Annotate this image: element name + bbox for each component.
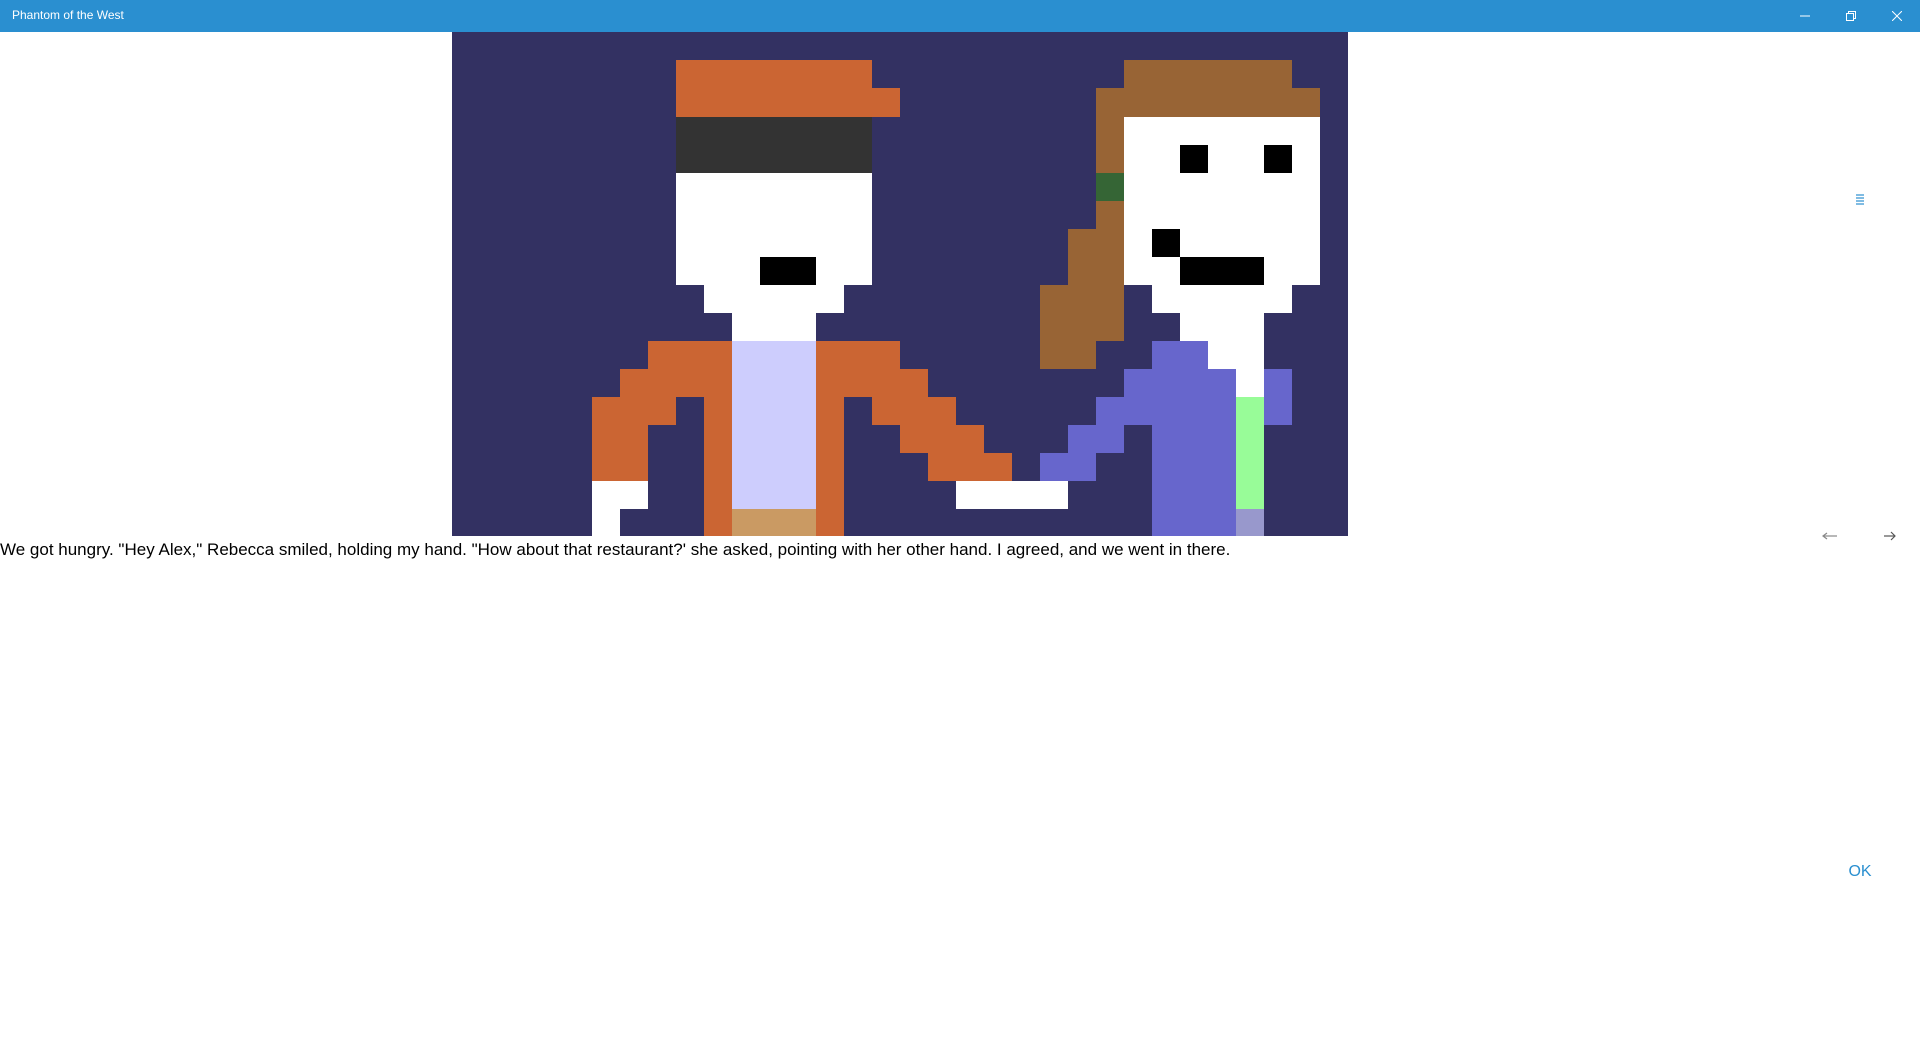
restore-icon	[1846, 11, 1856, 21]
window-title: Phantom of the West	[12, 8, 124, 22]
ok-button[interactable]: OK	[1840, 860, 1880, 884]
story-text: We got hungry. "Hey Alex," Rebecca smile…	[0, 540, 1231, 559]
menu-icon	[1850, 194, 1870, 214]
next-button[interactable]	[1880, 527, 1900, 545]
menu-button[interactable]	[1850, 190, 1870, 210]
restore-button[interactable]	[1828, 0, 1874, 32]
pixel-art-illustration	[452, 32, 1348, 536]
arrow-right-icon	[1880, 531, 1900, 549]
minimize-button[interactable]	[1782, 0, 1828, 32]
scene-image	[452, 32, 1348, 536]
close-button[interactable]	[1874, 0, 1920, 32]
previous-button[interactable]	[1819, 527, 1843, 545]
title-bar: Phantom of the West	[0, 0, 1920, 32]
arrow-left-icon	[1819, 532, 1843, 549]
minimize-icon	[1800, 11, 1810, 21]
close-icon	[1892, 11, 1902, 21]
